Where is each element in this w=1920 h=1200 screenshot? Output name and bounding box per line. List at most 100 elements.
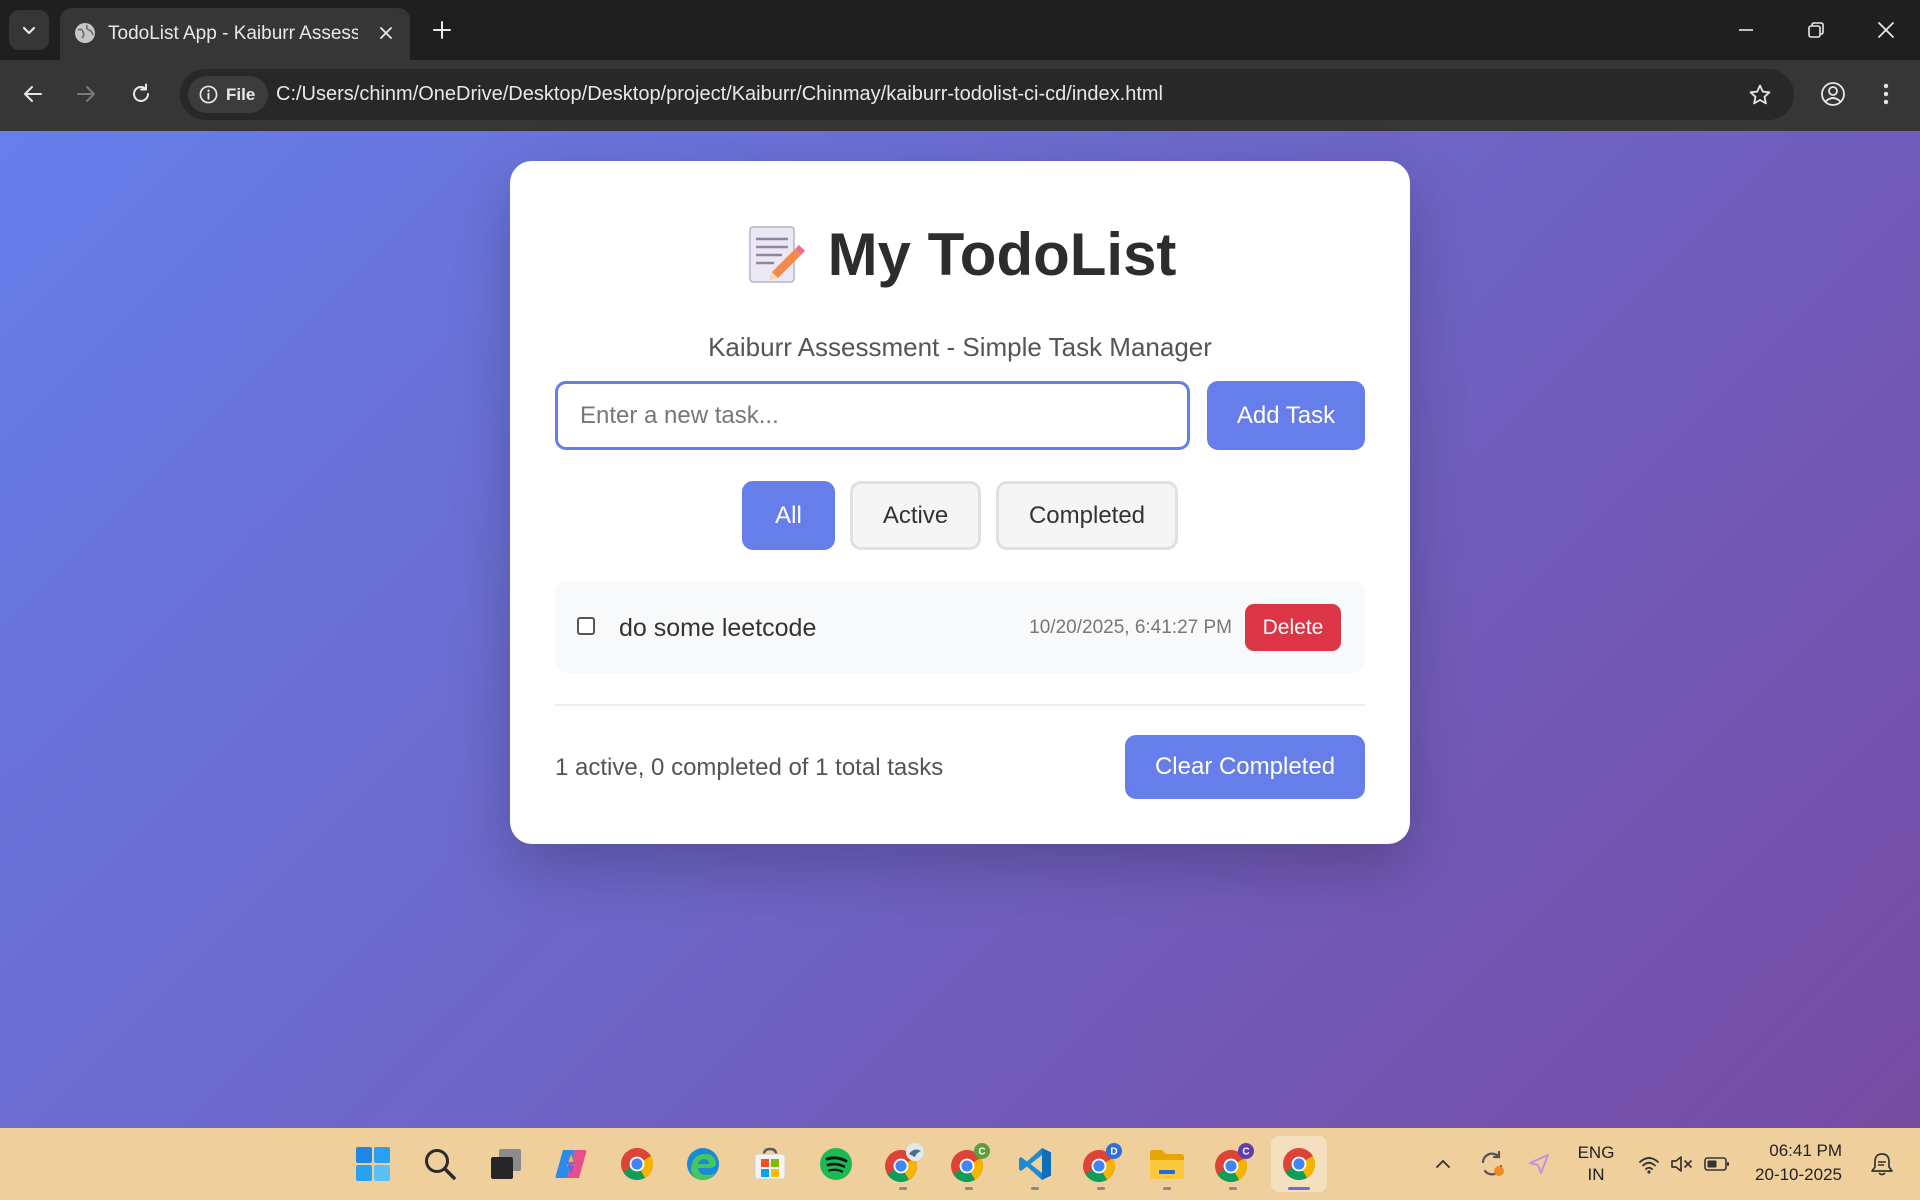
chrome-profile-app[interactable] bbox=[875, 1136, 931, 1192]
reload-button[interactable] bbox=[121, 74, 161, 114]
memo-icon bbox=[748, 226, 805, 283]
edge-app[interactable] bbox=[675, 1136, 731, 1192]
profile-badge-letter: C bbox=[1242, 1147, 1249, 1158]
input-language-button[interactable]: ENG IN bbox=[1570, 1128, 1622, 1200]
close-icon bbox=[380, 27, 392, 39]
minimize-button[interactable] bbox=[1716, 6, 1776, 54]
chrome-profile-c-icon: C bbox=[951, 1143, 990, 1183]
bookmark-button[interactable] bbox=[1746, 81, 1774, 109]
profile-icon bbox=[1821, 82, 1845, 106]
clock-date: 20-10-2025 bbox=[1755, 1165, 1842, 1184]
restore-button[interactable] bbox=[1786, 6, 1846, 54]
browser-menu-button[interactable] bbox=[1866, 74, 1906, 114]
page-title: My TodoList bbox=[827, 221, 1177, 288]
vscode-app[interactable] bbox=[1007, 1136, 1063, 1192]
back-button[interactable] bbox=[13, 74, 53, 114]
address-bar[interactable]: File C:/Users/chinm/OneDrive/Desktop/Des… bbox=[180, 69, 1794, 120]
running-indicator bbox=[899, 1187, 907, 1190]
delete-todo-button[interactable]: Delete bbox=[1245, 604, 1341, 651]
taskbar-clock[interactable]: 06:41 PM 20-10-2025 bbox=[1746, 1139, 1842, 1187]
tab-title: TodoList App - Kaiburr Assessm bbox=[108, 23, 358, 44]
chrome-profile-c-app[interactable]: C bbox=[941, 1136, 997, 1192]
chevron-up-icon bbox=[1436, 1159, 1450, 1168]
tab-search-button[interactable] bbox=[9, 10, 49, 50]
chrome-profile-c2-app[interactable]: C bbox=[1205, 1136, 1261, 1192]
region-label: IN bbox=[1587, 1165, 1605, 1184]
site-info-chip[interactable]: File bbox=[188, 76, 268, 113]
clear-completed-button[interactable]: Clear Completed bbox=[1125, 735, 1365, 799]
chrome-profile-c2-icon: C bbox=[1215, 1143, 1254, 1183]
running-indicator bbox=[1031, 1187, 1039, 1190]
chrome-app[interactable] bbox=[609, 1136, 665, 1192]
new-task-input[interactable] bbox=[555, 381, 1190, 450]
sync-tray-button[interactable] bbox=[1474, 1128, 1510, 1200]
add-task-button[interactable]: Add Task bbox=[1207, 381, 1365, 450]
running-indicator bbox=[1097, 1187, 1105, 1190]
sync-icon bbox=[1481, 1150, 1504, 1176]
site-info-label: File bbox=[226, 84, 256, 104]
browser-tab[interactable]: TodoList App - Kaiburr Assessm bbox=[60, 8, 410, 60]
chrome-icon bbox=[621, 1148, 654, 1181]
todo-text: do some leetcode bbox=[619, 614, 817, 642]
chrome-active-app[interactable] bbox=[1271, 1136, 1327, 1192]
running-indicator bbox=[1229, 1187, 1237, 1190]
more-vertical-icon bbox=[1883, 83, 1889, 105]
battery-icon bbox=[1704, 1157, 1729, 1171]
copilot-icon bbox=[555, 1150, 587, 1178]
todo-timestamp: 10/20/2025, 6:41:27 PM bbox=[1029, 617, 1232, 638]
task-view-icon bbox=[491, 1149, 521, 1179]
taskbar-search-button[interactable] bbox=[412, 1136, 468, 1192]
new-tab-button[interactable] bbox=[424, 12, 460, 48]
speaker-muted-icon bbox=[1671, 1156, 1692, 1172]
edge-icon bbox=[687, 1148, 719, 1180]
minimize-icon bbox=[1739, 29, 1753, 31]
copilot-app[interactable] bbox=[543, 1136, 599, 1192]
profile-badge-letter: C bbox=[978, 1147, 985, 1158]
notifications-button[interactable] bbox=[1864, 1128, 1900, 1200]
reload-icon bbox=[133, 83, 149, 102]
windows-start-icon bbox=[356, 1147, 390, 1181]
restore-icon bbox=[1808, 22, 1824, 38]
chrome-profile-d-icon: D bbox=[1083, 1143, 1122, 1183]
store-app[interactable] bbox=[742, 1136, 798, 1192]
taskbar: C D C ENG IN 06:41 PM 20-10-2025 bbox=[0, 1128, 1920, 1200]
forward-button[interactable] bbox=[66, 74, 106, 114]
task-view-button[interactable] bbox=[478, 1136, 534, 1192]
star-icon bbox=[1749, 84, 1771, 105]
todo-checkbox[interactable] bbox=[577, 617, 595, 635]
task-stats: 1 active, 0 completed of 1 total tasks bbox=[555, 754, 944, 781]
info-icon bbox=[199, 85, 218, 104]
filter-completed-button[interactable]: Completed bbox=[996, 481, 1178, 550]
chrome-icon bbox=[1283, 1148, 1316, 1181]
wifi-icon bbox=[1639, 1157, 1659, 1174]
file-explorer-app[interactable] bbox=[1139, 1136, 1195, 1192]
clock-time: 06:41 PM bbox=[1769, 1141, 1842, 1160]
notification-bell-icon bbox=[1871, 1153, 1893, 1176]
chrome-profile-d-app[interactable]: D bbox=[1073, 1136, 1129, 1192]
filter-active-button[interactable]: Active bbox=[850, 481, 981, 550]
running-indicator bbox=[965, 1187, 973, 1190]
close-window-button[interactable] bbox=[1856, 6, 1916, 54]
profile-button[interactable] bbox=[1813, 74, 1853, 114]
send-tray-button[interactable] bbox=[1522, 1128, 1556, 1200]
browser-toolbar: File C:/Users/chinm/OneDrive/Desktop/Des… bbox=[0, 60, 1920, 131]
show-hidden-icons-button[interactable] bbox=[1428, 1128, 1458, 1200]
divider bbox=[555, 704, 1365, 706]
quick-settings-button[interactable] bbox=[1636, 1128, 1732, 1200]
tab-close-button[interactable] bbox=[372, 19, 400, 47]
page-subtitle: Kaiburr Assessment - Simple Task Manager bbox=[708, 332, 1212, 362]
start-button[interactable] bbox=[345, 1136, 401, 1192]
todo-item: do some leetcode 10/20/2025, 6:41:27 PM … bbox=[555, 581, 1365, 673]
filter-all-button[interactable]: All bbox=[742, 481, 835, 550]
arrow-right-icon bbox=[77, 86, 95, 102]
arrow-left-icon bbox=[24, 86, 42, 102]
browser-tab-bar: TodoList App - Kaiburr Assessm bbox=[0, 0, 1920, 60]
app-header: My TodoList bbox=[510, 219, 1410, 291]
folder-icon bbox=[1150, 1150, 1184, 1179]
spotify-app[interactable] bbox=[808, 1136, 864, 1192]
profile-badge-letter: D bbox=[1110, 1147, 1117, 1158]
chrome-profile-icon bbox=[885, 1143, 924, 1183]
language-label: ENG bbox=[1577, 1143, 1615, 1162]
store-icon bbox=[754, 1147, 786, 1180]
url-text: C:/Users/chinm/OneDrive/Desktop/Desktop/… bbox=[276, 83, 1163, 105]
